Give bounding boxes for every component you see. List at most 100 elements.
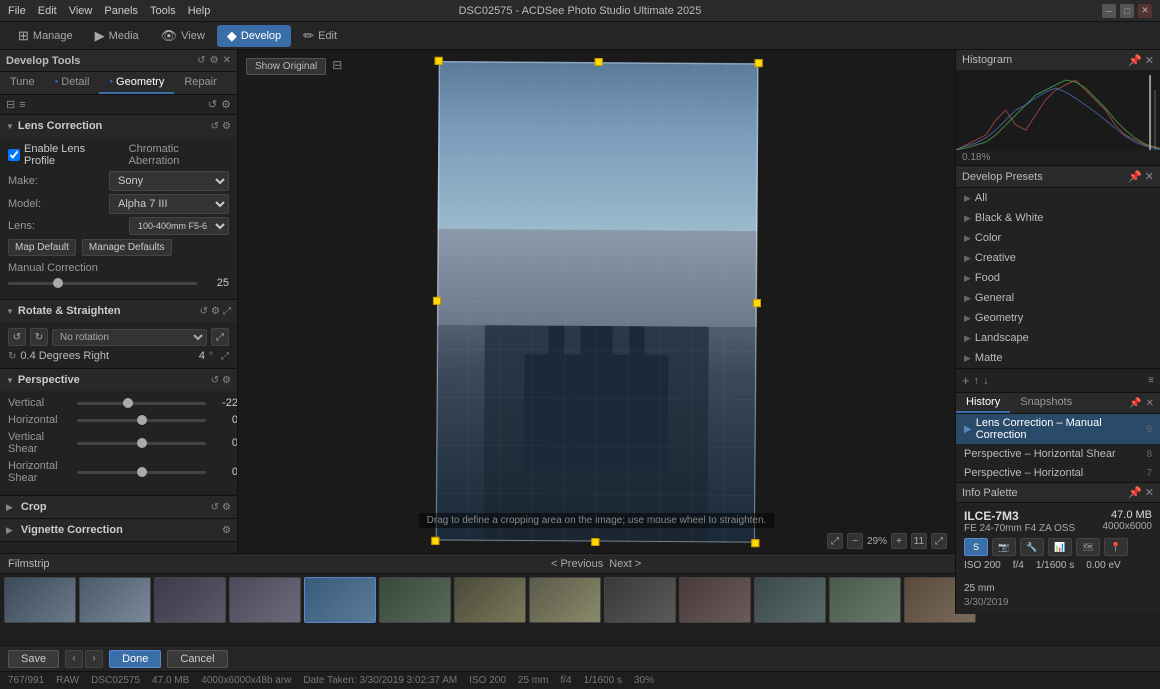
crop-handle-bl[interactable]: [431, 536, 439, 544]
preset-general[interactable]: ▶ General: [956, 288, 1160, 308]
vignette-header[interactable]: ▶ Vignette Correction ⚙: [0, 519, 237, 541]
crop-handle-br[interactable]: [751, 539, 759, 547]
cam-icon-2[interactable]: 📷: [992, 538, 1016, 556]
prev-button[interactable]: < Previous: [551, 558, 603, 570]
rotate-header[interactable]: ▼ Rotate & Straighten ↺ ⚙ ⤢: [0, 300, 237, 322]
preset-bw[interactable]: ▶ Black & White: [956, 208, 1160, 228]
save-button[interactable]: Save: [8, 650, 59, 668]
crop-handle-ml[interactable]: [432, 296, 440, 304]
crop-handle-tm[interactable]: [594, 57, 602, 65]
nav-edit[interactable]: ✏ Edit: [293, 25, 347, 47]
vertical-slider[interactable]: [77, 402, 206, 405]
film-thumb-11[interactable]: [754, 577, 826, 623]
horizontal-shear-slider[interactable]: [77, 471, 206, 474]
menu-tools[interactable]: Tools: [150, 5, 176, 17]
film-thumb-8[interactable]: [529, 577, 601, 623]
perspective-header[interactable]: ▼ Perspective ↺ ⚙: [0, 369, 237, 391]
map-default-button[interactable]: Map Default: [8, 239, 76, 256]
crop-handle-tl[interactable]: [434, 56, 442, 64]
rotate-expand-icon[interactable]: ⤢: [223, 306, 231, 317]
zoom-fit-button[interactable]: ⤢: [827, 533, 843, 549]
zoom-expand-button[interactable]: ⤢: [931, 533, 947, 549]
tab-repair[interactable]: Repair: [174, 72, 226, 94]
cam-icon-3[interactable]: 🔧: [1020, 538, 1044, 556]
histogram-pin-icon[interactable]: 📌: [1128, 54, 1142, 67]
cam-icon-6[interactable]: 📍: [1104, 538, 1128, 556]
rotate-ccw-button[interactable]: ↺: [8, 328, 26, 346]
lens-settings-icon[interactable]: ⚙: [222, 121, 231, 132]
horizontal-slider[interactable]: [77, 419, 206, 422]
vertical-shear-slider[interactable]: [77, 442, 206, 445]
settings2-icon[interactable]: ⚙: [221, 98, 231, 111]
lens-select[interactable]: 100-400mm F5-6.3 DG OS HSM | C: [129, 217, 229, 235]
info-palette-pin-icon[interactable]: 📌: [1128, 486, 1142, 499]
presets-pin-icon[interactable]: 📌: [1128, 170, 1142, 183]
panel-reset-icon[interactable]: ↺: [197, 55, 205, 66]
vignette-settings-icon[interactable]: ⚙: [222, 525, 231, 536]
cam-icon-4[interactable]: 📊: [1048, 538, 1072, 556]
presets-close-icon[interactable]: ✕: [1145, 170, 1154, 183]
grid-icon[interactable]: ⊟: [6, 98, 15, 111]
nav-view[interactable]: 👁 View: [151, 25, 215, 47]
film-thumb-10[interactable]: [679, 577, 751, 623]
histogram-close-icon[interactable]: ✕: [1145, 54, 1154, 67]
menu-edit[interactable]: Edit: [38, 5, 57, 17]
menu-help[interactable]: Help: [188, 5, 211, 17]
film-thumb-3[interactable]: [154, 577, 226, 623]
prev-image-button[interactable]: ‹: [65, 650, 83, 668]
film-thumb-12[interactable]: [829, 577, 901, 623]
zoom-plus-button[interactable]: +: [891, 533, 907, 549]
minimize-button[interactable]: ─: [1102, 4, 1116, 18]
manage-defaults-button[interactable]: Manage Defaults: [82, 239, 172, 256]
history-item-9[interactable]: ▶ Lens Correction – Manual Correction 9: [956, 414, 1160, 445]
film-thumb-1[interactable]: [4, 577, 76, 623]
window-controls[interactable]: ─ □ ✕: [1102, 4, 1152, 18]
rotation-select[interactable]: No rotation 90° CW 90° CCW 180°: [52, 329, 207, 346]
close-button[interactable]: ✕: [1138, 4, 1152, 18]
refresh-icon[interactable]: ↺: [208, 98, 217, 111]
nav-develop[interactable]: ◆ Develop: [217, 25, 291, 47]
presets-add-icon[interactable]: +: [962, 373, 970, 388]
menu-view[interactable]: View: [69, 5, 93, 17]
panel-close-icon[interactable]: ✕: [223, 55, 231, 66]
crop-reset-icon[interactable]: ↺: [211, 502, 219, 513]
film-thumb-7[interactable]: [454, 577, 526, 623]
menu-file[interactable]: File: [8, 5, 26, 17]
history-item-7[interactable]: Perspective – Horizontal 7: [956, 464, 1160, 483]
done-button[interactable]: Done: [109, 650, 161, 668]
preset-all[interactable]: ▶ All: [956, 188, 1160, 208]
zoom-minus-button[interactable]: −: [847, 533, 863, 549]
straighten-icon-button[interactable]: ⤢: [211, 328, 229, 346]
view-toggle-icon[interactable]: ⊟: [332, 58, 342, 75]
next-button[interactable]: Next >: [609, 558, 641, 570]
crop-handle-tr[interactable]: [754, 59, 762, 67]
tab-geometry[interactable]: Geometry: [99, 72, 174, 94]
menu-bar[interactable]: File Edit View Panels Tools Help: [8, 5, 210, 17]
history-pin-icon[interactable]: 📌: [1129, 398, 1141, 409]
film-thumb-5[interactable]: [304, 577, 376, 623]
rotate-settings-icon[interactable]: ⚙: [211, 306, 220, 317]
tab-tune[interactable]: Tune: [0, 72, 45, 94]
film-thumb-4[interactable]: [229, 577, 301, 623]
persp-reset-icon[interactable]: ↺: [211, 375, 219, 386]
crop-header[interactable]: ▶ Crop ↺ ⚙: [0, 496, 237, 518]
tab-detail[interactable]: Detail: [45, 72, 100, 94]
show-original-button[interactable]: Show Original: [246, 58, 326, 75]
lens-correction-header[interactable]: ▼ Lens Correction ↺ ⚙: [0, 115, 237, 137]
presets-share-icon[interactable]: ↑: [974, 375, 980, 387]
history-close-icon[interactable]: ✕: [1146, 398, 1154, 409]
nav-media[interactable]: ▶ Media: [85, 25, 149, 47]
rotate-fit-icon[interactable]: ⤢: [221, 351, 229, 362]
rotate-cw-button[interactable]: ↻: [30, 328, 48, 346]
zoom-detail-button[interactable]: 11: [911, 533, 927, 549]
film-thumb-2[interactable]: [79, 577, 151, 623]
nav-manage[interactable]: ⊞ Manage: [8, 25, 83, 47]
lens-reset-icon[interactable]: ↺: [211, 121, 219, 132]
maximize-button[interactable]: □: [1120, 4, 1134, 18]
raw-icon-button[interactable]: S: [964, 538, 988, 556]
info-palette-close-icon[interactable]: ✕: [1145, 486, 1154, 499]
cancel-button[interactable]: Cancel: [167, 650, 227, 668]
preset-food[interactable]: ▶ Food: [956, 268, 1160, 288]
history-item-8[interactable]: Perspective – Horizontal Shear 8: [956, 445, 1160, 464]
crop-handle-mr[interactable]: [752, 299, 760, 307]
